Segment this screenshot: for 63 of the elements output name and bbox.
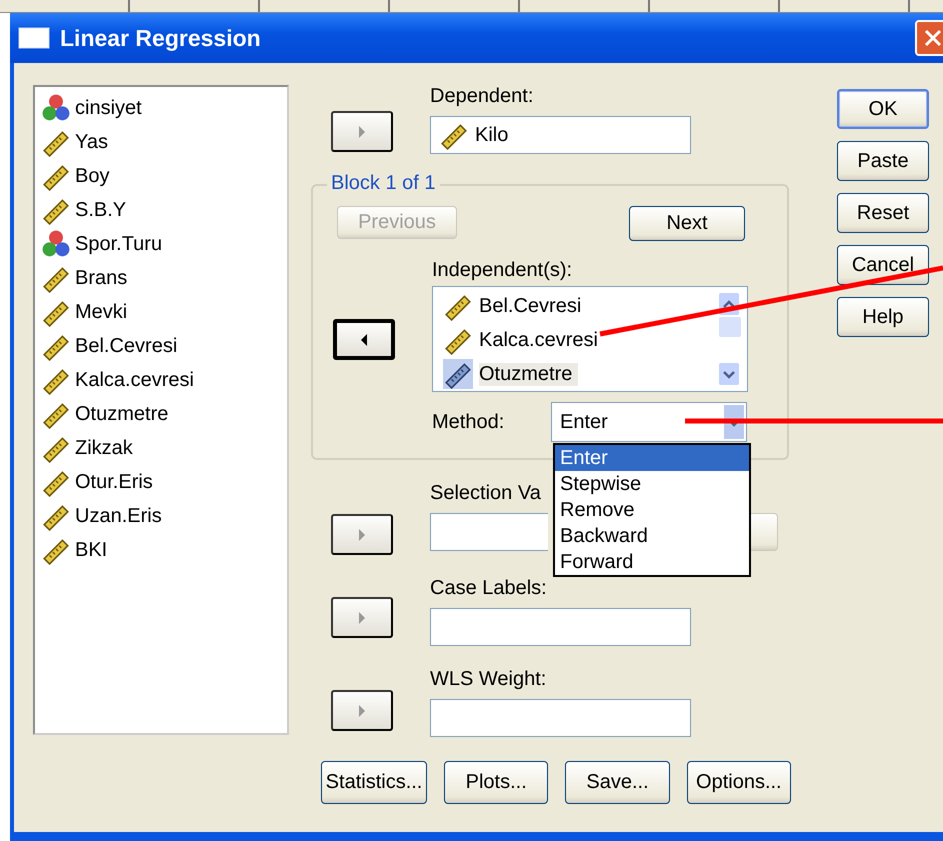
method-dropdown[interactable]: Enter <box>551 402 747 442</box>
move-button[interactable] <box>333 319 395 360</box>
dependent-field[interactable]: Kilo <box>430 116 691 154</box>
dialog-button[interactable]: Statistics... <box>321 761 428 804</box>
method-option[interactable]: Backward <box>555 523 749 549</box>
selection-variable-label: Selection Va <box>430 482 542 505</box>
dialog-button[interactable]: Plots... <box>444 761 548 804</box>
variable-item[interactable]: Otur.Eris <box>41 465 287 499</box>
variable-item[interactable]: Boy <box>41 159 287 193</box>
independents-list[interactable]: Bel.Cevresi Kalca.cevresi Otuzmetre <box>432 286 748 392</box>
close-button[interactable] <box>915 20 943 56</box>
variable-item[interactable]: Uzan.Eris <box>41 499 287 533</box>
method-label: Method: <box>432 410 506 434</box>
method-option[interactable]: Remove <box>555 497 749 523</box>
move-button[interactable] <box>331 690 393 731</box>
scroll-thumb[interactable] <box>719 317 741 337</box>
variable-item[interactable]: Kalca.cevresi <box>41 363 287 397</box>
dialog-button[interactable]: Options... <box>686 761 791 804</box>
independent-item[interactable]: Bel.Cevresi <box>443 289 719 323</box>
right-triangle-icon <box>357 124 367 140</box>
dependent-label: Dependent: <box>430 85 534 108</box>
variable-list[interactable]: cinsiyet Yas Boy S.B.Y Spor.Turu Brans Mevki Bel.Cevresi Kalca.cevresi Otuzmetre Zikzak Otur.Eris Uzan.Eris BKI <box>33 85 289 735</box>
method-option[interactable]: Stepwise <box>555 471 749 497</box>
close-icon <box>922 27 943 49</box>
method-option[interactable]: Enter <box>555 445 749 471</box>
case-labels-label: Case Labels: <box>430 577 548 600</box>
method-option[interactable]: Forward <box>555 549 749 575</box>
dialog-button[interactable]: Help <box>837 297 929 337</box>
variable-item[interactable]: cinsiyet <box>41 91 287 125</box>
next-button[interactable]: Next <box>629 206 745 241</box>
window-title: Linear Regression <box>60 24 261 52</box>
case-labels-field[interactable] <box>430 608 691 646</box>
dialog-button[interactable]: Reset <box>837 193 929 233</box>
variable-item[interactable]: Yas <box>41 125 287 159</box>
right-triangle-icon <box>357 526 367 542</box>
balls-icon <box>41 93 71 123</box>
variable-item[interactable]: S.B.Y <box>41 193 287 227</box>
wls-weight-label: WLS Weight: <box>430 668 548 691</box>
variable-item[interactable]: Mevki <box>41 295 287 329</box>
right-triangle-icon <box>357 610 367 626</box>
variable-item[interactable]: Zikzak <box>41 431 287 465</box>
independents-label: Independent(s): <box>432 259 574 282</box>
dialog-button[interactable]: Cancel <box>837 245 929 285</box>
variable-item[interactable]: Bel.Cevresi <box>41 329 287 363</box>
variable-item[interactable]: Brans <box>41 261 287 295</box>
scroll-down-icon[interactable] <box>719 363 739 385</box>
move-button[interactable] <box>331 597 393 638</box>
window-icon <box>18 27 50 49</box>
variable-item[interactable]: Spor.Turu <box>41 227 287 261</box>
dialog-button[interactable]: Paste <box>837 141 929 181</box>
independent-item[interactable]: Otuzmetre <box>443 357 719 391</box>
wls-weight-field[interactable] <box>430 699 691 737</box>
move-button[interactable] <box>331 514 393 555</box>
balls-icon <box>41 229 71 259</box>
selection-variable-field[interactable] <box>430 513 548 551</box>
variable-item[interactable]: BKI <box>41 533 287 567</box>
move-button[interactable] <box>331 111 393 152</box>
left-triangle-icon <box>359 332 369 348</box>
independent-item[interactable]: Kalca.cevresi <box>443 323 719 357</box>
right-triangle-icon <box>357 702 367 718</box>
variable-item[interactable]: Otuzmetre <box>41 397 287 431</box>
dialog-button[interactable]: OK <box>837 89 929 129</box>
dialog-button[interactable]: Save... <box>565 761 670 804</box>
